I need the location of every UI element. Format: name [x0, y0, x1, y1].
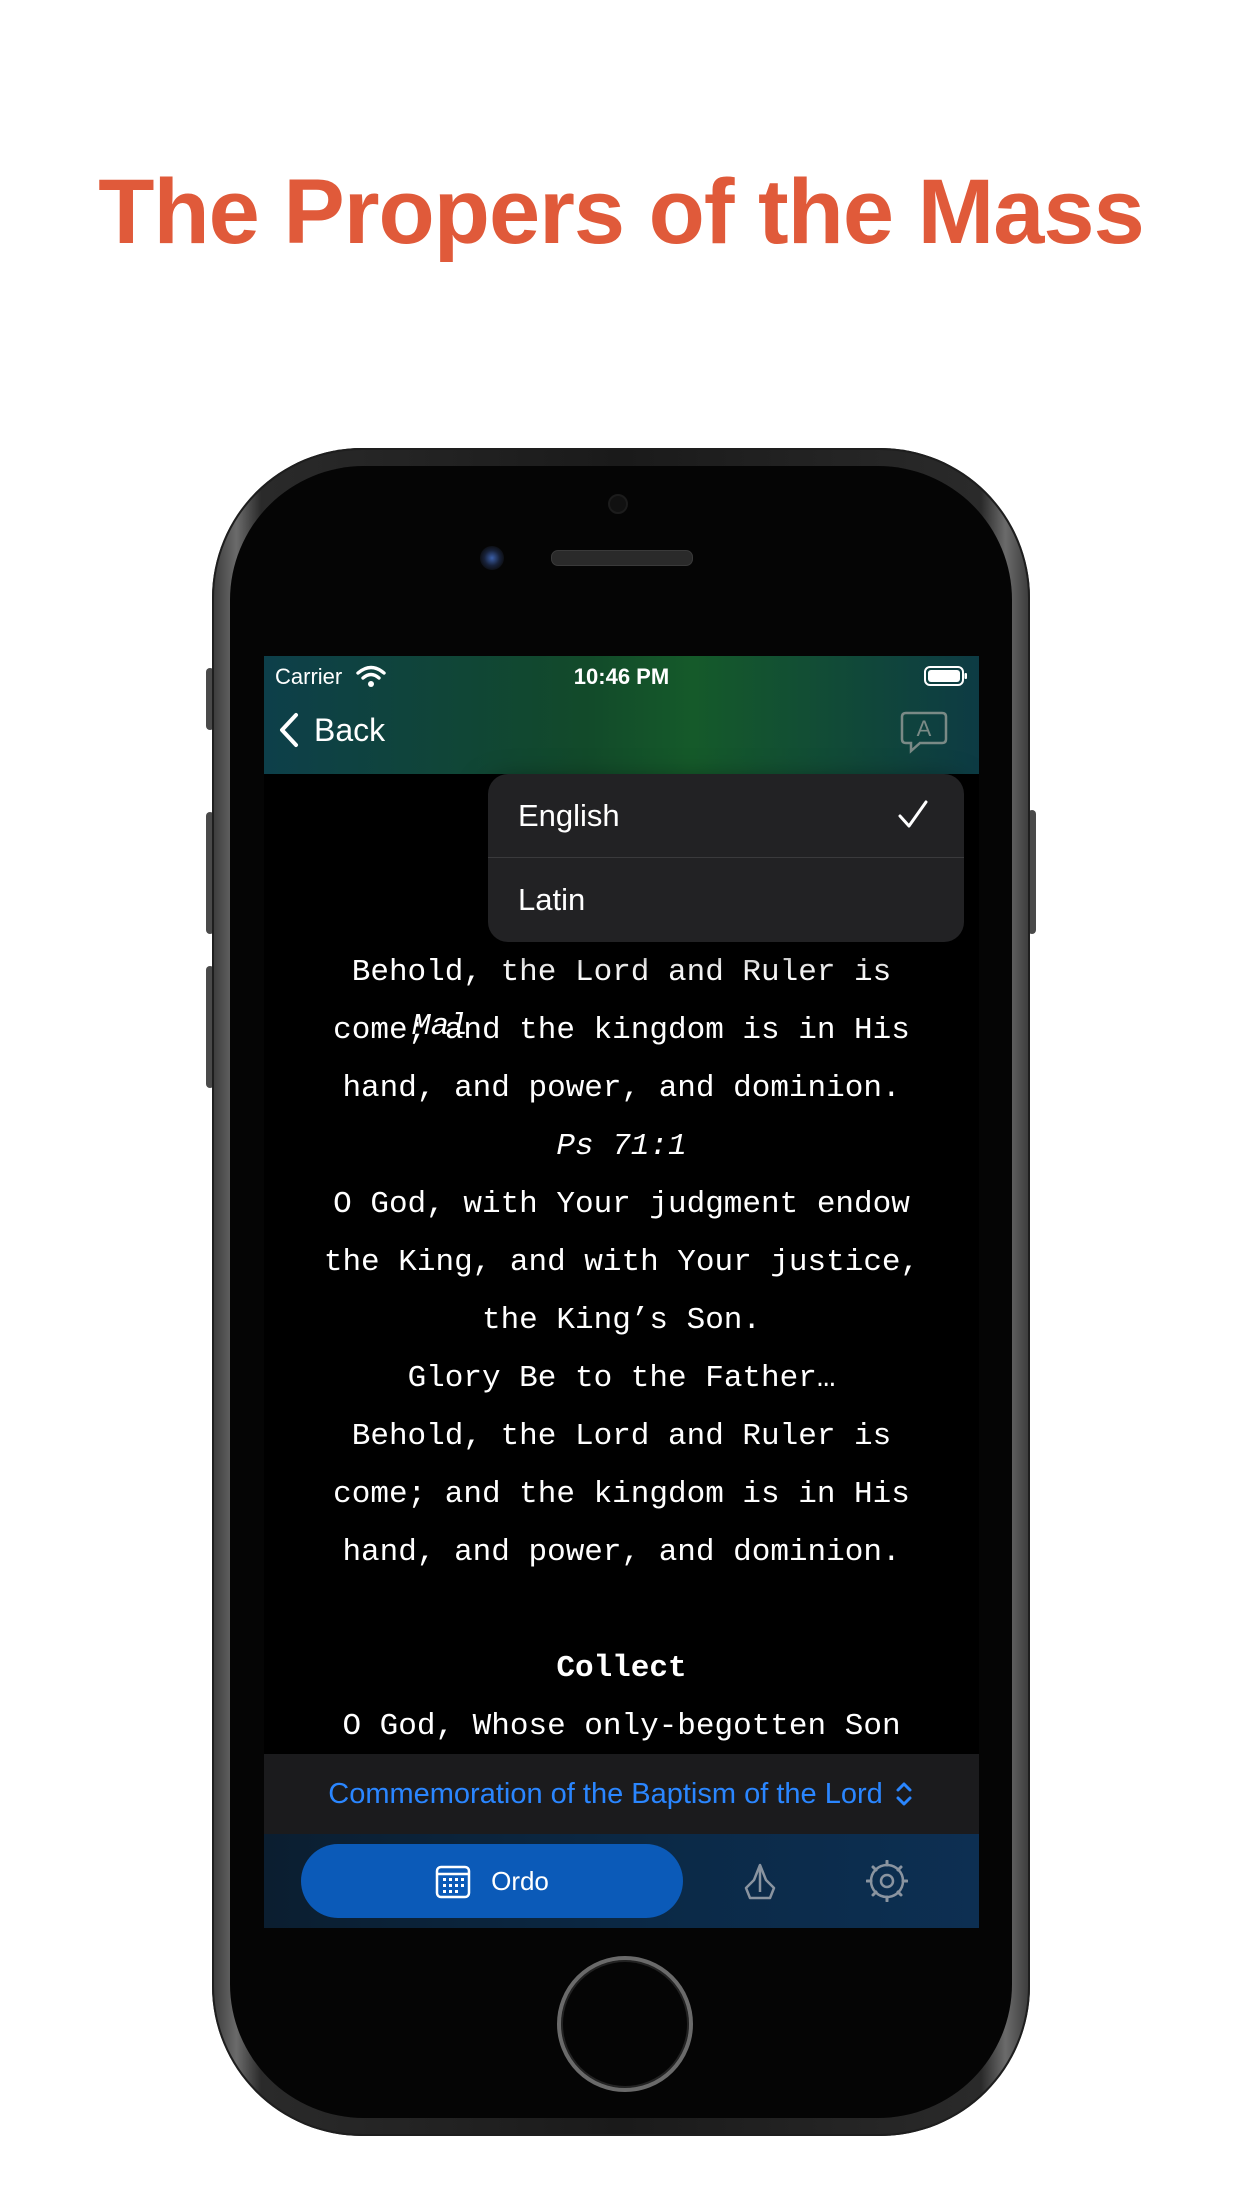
- scripture-reference: Mal: [412, 1009, 468, 1044]
- calendar-icon: [435, 1865, 471, 1899]
- svg-text:A: A: [917, 716, 932, 741]
- feast-selector-label: Commemoration of the Baptism of the Lord: [328, 1777, 883, 1810]
- text-line: the King’s Son.: [481, 1303, 762, 1338]
- text-line: come; and the kingdom is in His: [333, 1013, 910, 1048]
- section-heading: Collect: [556, 1651, 687, 1686]
- language-menu: English Latin: [488, 774, 964, 942]
- battery-icon: [924, 666, 967, 686]
- home-button[interactable]: [557, 1956, 693, 2092]
- text-line: O God, with Your judgment endow: [333, 1187, 910, 1222]
- earpiece-speaker: [551, 550, 693, 566]
- tab-ordo[interactable]: Ordo: [301, 1844, 683, 1918]
- back-button[interactable]: Back: [278, 708, 385, 752]
- text-line: hand, and power, and dominion.: [342, 1535, 901, 1570]
- text-line: come; and the kingdom is in His: [333, 1477, 910, 1512]
- tab-bar: Ordo: [264, 1834, 979, 1928]
- navigation-bar: Carrier 10:46 PM Back A: [264, 656, 979, 774]
- app-screen: Carrier 10:46 PM Back A Mal Behold, the …: [264, 656, 979, 1928]
- menu-item-english[interactable]: English: [488, 774, 964, 858]
- text-line: Behold, the Lord and Ruler is: [351, 1419, 892, 1454]
- front-camera: [608, 494, 628, 514]
- text-line: Behold, the Lord and Ruler is: [351, 955, 892, 990]
- proximity-sensor: [480, 546, 504, 570]
- page-headline: The Propers of the Mass: [98, 161, 1144, 263]
- chevron-left-icon: [280, 713, 298, 747]
- menu-item-label: English: [518, 797, 620, 833]
- scripture-reference: Ps 71:1: [556, 1129, 687, 1164]
- status-time: 10:46 PM: [573, 664, 670, 689]
- back-label: Back: [314, 711, 386, 748]
- gear-icon[interactable]: [866, 1860, 908, 1902]
- text-line: Glory Be to the Father…: [407, 1361, 836, 1396]
- menu-item-latin[interactable]: Latin: [488, 858, 964, 942]
- chevron-up-down-icon: [896, 1782, 912, 1806]
- translate-icon[interactable]: A: [900, 710, 948, 754]
- praying-hands-icon[interactable]: [740, 1862, 780, 1902]
- checkmark-icon: [898, 800, 928, 828]
- menu-item-label: Latin: [518, 882, 586, 917]
- text-line: hand, and power, and dominion.: [342, 1071, 901, 1106]
- tab-ordo-label: Ordo: [491, 1865, 549, 1896]
- text-line: O God, Whose only-begotten Son: [342, 1709, 901, 1744]
- feast-selector[interactable]: Commemoration of the Baptism of the Lord: [264, 1754, 979, 1834]
- text-line: the King, and with Your justice,: [323, 1245, 920, 1280]
